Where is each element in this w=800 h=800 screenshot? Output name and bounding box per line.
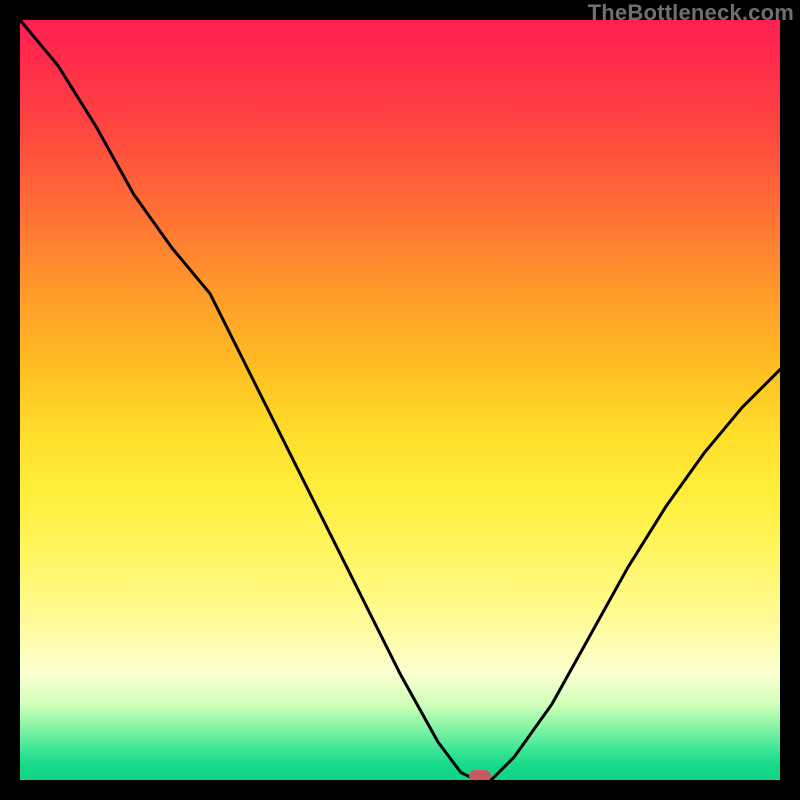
watermark-text: TheBottleneck.com [588,0,794,26]
bottleneck-curve [20,20,780,780]
optimal-point-marker [469,770,491,780]
plot-area [20,20,780,780]
chart-frame: TheBottleneck.com [0,0,800,800]
